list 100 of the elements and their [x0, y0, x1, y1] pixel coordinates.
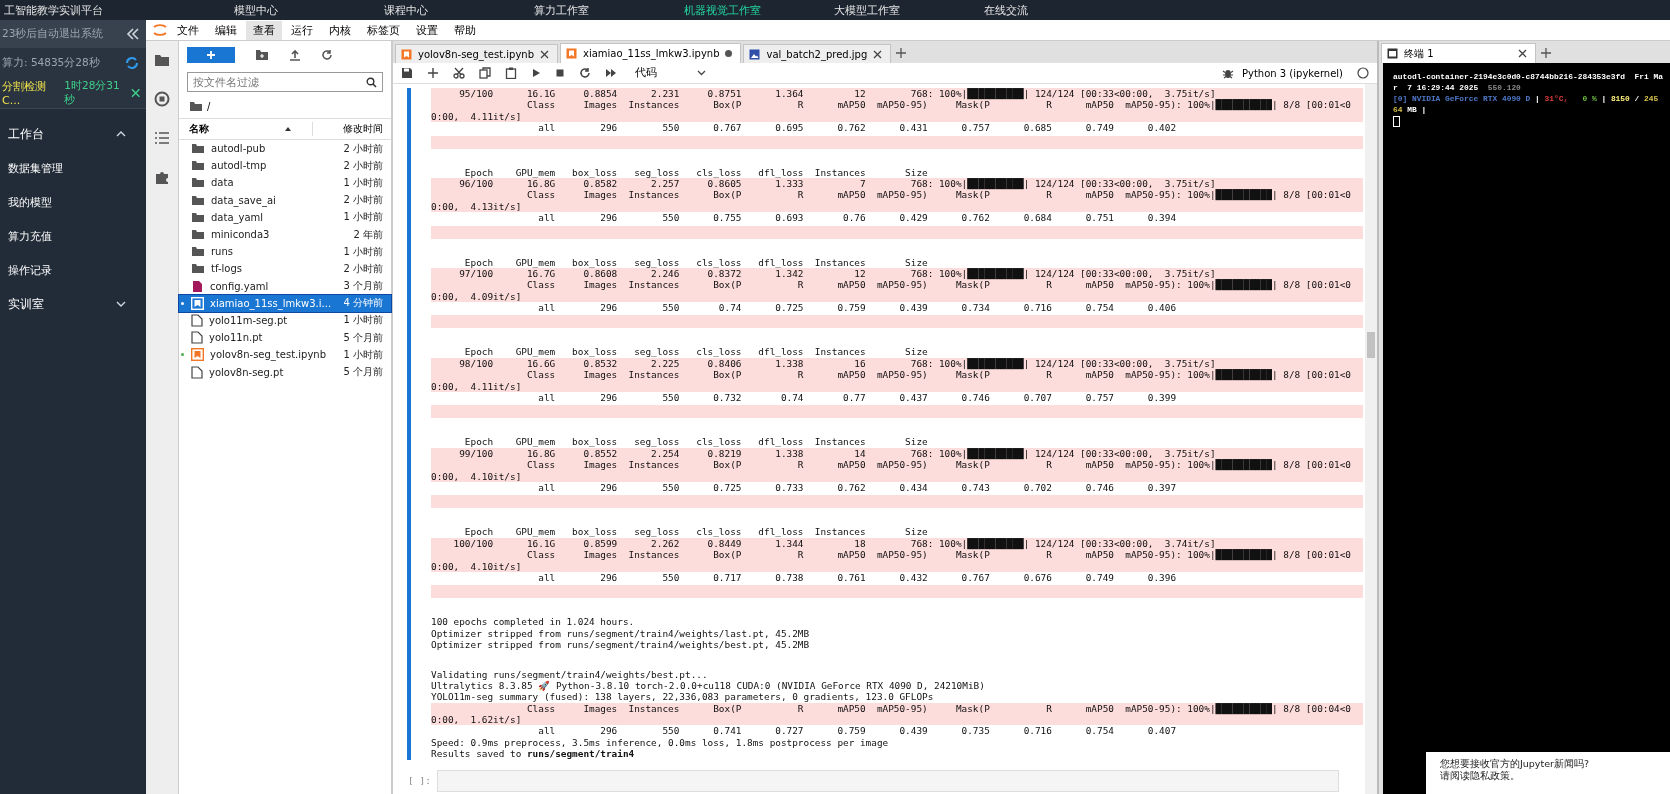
document-tab[interactable]: val_batch2_pred.jpg — [743, 44, 892, 63]
output-line: all 296 550 0.74 0.725 0.759 0.439 0.734 0.716 0.754 0.406 — [537, 302, 1178, 314]
sidebar-section[interactable]: 实训室 — [0, 287, 146, 321]
output-line: Epoch GPU_mem box_loss seg_loss cls_loss dfl_loss Instances Size — [463, 346, 929, 358]
sidebar-item[interactable]: 操作记录 — [0, 253, 146, 287]
stop-circle-icon[interactable] — [154, 91, 170, 107]
nav-link[interactable]: 模型中心 — [234, 2, 384, 18]
upload-icon[interactable] — [289, 49, 301, 61]
bug-icon[interactable] — [1221, 67, 1234, 79]
close-icon[interactable] — [873, 49, 883, 59]
folder-icon — [191, 229, 205, 241]
file-row[interactable]: yolo11n.pt 5 个月前 — [179, 329, 391, 347]
document-tab[interactable]: xiamiao_11ss_lmkw3.ipynb — [560, 43, 742, 63]
puzzle-icon[interactable] — [154, 169, 170, 185]
collapse-icon[interactable] — [126, 27, 140, 41]
file-row[interactable]: autodl-pub 2 小时前 — [179, 140, 391, 158]
output-line: Epoch GPU_mem box_loss seg_loss cls_loss dfl_loss Instances Size — [463, 166, 929, 178]
close-icon[interactable] — [130, 88, 140, 98]
jupyter-logo-icon[interactable] — [152, 22, 168, 38]
folder-icon — [191, 143, 205, 155]
file-row[interactable]: data 1 小时前 — [179, 174, 391, 192]
file-row[interactable]: runs 1 小时前 — [179, 243, 391, 261]
notification-text: 您想要接收官方的Jupyter新闻吗? — [1440, 758, 1590, 770]
list-icon[interactable] — [154, 131, 170, 145]
output-line: 100 epochs completed in 1.024 hours. — [431, 616, 636, 628]
refresh-icon[interactable] — [124, 55, 140, 71]
logout-notice: 23秒后自动退出系统 — [2, 27, 104, 41]
kernel-name[interactable]: Python 3 (ipykernel) — [1241, 67, 1343, 79]
chevron-down-icon[interactable] — [116, 300, 126, 308]
file-row[interactable]: yolov8n-seg_test.ipynb 1 小时前 — [179, 346, 391, 364]
kernel-status-icon — [1357, 67, 1369, 79]
code-cell-input[interactable] — [437, 769, 1339, 792]
restart-icon[interactable] — [579, 67, 591, 79]
menu-item[interactable]: 帮助 — [447, 20, 483, 40]
close-icon[interactable] — [1518, 49, 1527, 58]
cut-icon[interactable] — [453, 67, 465, 79]
close-icon[interactable] — [540, 49, 549, 59]
menu-item[interactable]: 内核 — [322, 20, 358, 40]
nav-link[interactable]: 机器视觉工作室 — [684, 2, 834, 18]
menu-item[interactable]: 查看 — [246, 20, 282, 40]
folder-icon — [191, 246, 205, 258]
stop-icon[interactable] — [555, 68, 565, 78]
file-row[interactable]: yolov8n-seg.pt 5 个月前 — [179, 363, 391, 381]
menu-item[interactable]: 设置 — [409, 20, 445, 40]
file-row[interactable]: config.yaml 3 个月前 — [179, 277, 391, 295]
notebook-icon — [191, 348, 204, 362]
notebook-icon — [566, 48, 577, 59]
document-tab[interactable]: yolov8n-seg_test.ipynb — [395, 44, 558, 63]
file-icon — [191, 331, 203, 345]
file-icon — [191, 313, 203, 327]
menu-item[interactable]: 运行 — [284, 20, 320, 40]
fast-forward-icon[interactable] — [605, 68, 617, 78]
file-row[interactable]: data_yaml 1 小时前 — [179, 208, 391, 226]
nav-link[interactable]: 在线交流 — [984, 2, 1134, 18]
column-header[interactable]: 名称 — [189, 122, 284, 136]
sidebar-item[interactable]: 我的模型 — [0, 185, 146, 219]
new-folder-icon[interactable] — [255, 49, 269, 61]
breadcrumb-path[interactable]: / — [207, 101, 211, 112]
folder-icon — [191, 160, 205, 172]
output-line: YOLO11m-seg summary (fused): 138 layers, 22,336,083 parameters, 0 gradients, 123.0 GFLOPs — [431, 691, 935, 703]
menu-item[interactable]: 编辑 — [208, 20, 244, 40]
run-icon[interactable] — [531, 68, 541, 78]
instance-name[interactable]: 分割检测C... — [2, 79, 61, 107]
file-row[interactable]: data_save_ai 2 小时前 — [179, 191, 391, 209]
output-line: Optimizer stripped from runs/segment/train4/weights/last.pt, 45.2MB — [431, 627, 811, 640]
unsaved-dot[interactable] — [725, 50, 733, 57]
paste-icon[interactable] — [505, 67, 517, 79]
file-row[interactable]: miniconda3 2 年前 — [179, 225, 391, 244]
add-cell-icon[interactable] — [427, 67, 439, 79]
file-row[interactable]: autodl-tmp 2 小时前 — [179, 157, 391, 175]
folder-icon[interactable] — [189, 101, 203, 112]
menu-item[interactable]: 标签页 — [360, 20, 407, 40]
sidebar-item[interactable]: 数据集管理 — [0, 151, 146, 185]
sort-up-icon[interactable] — [284, 126, 292, 132]
new-launcher-button[interactable] — [187, 47, 235, 63]
folder-icon[interactable] — [154, 53, 170, 67]
output-line: Epoch GPU_mem box_loss seg_loss cls_loss dfl_loss Instances Size — [463, 526, 929, 538]
menu-item[interactable]: 文件 — [170, 20, 206, 40]
search-icon — [366, 77, 377, 88]
yaml-file-icon — [191, 279, 204, 293]
refresh-icon[interactable] — [321, 49, 333, 61]
nav-link[interactable]: 大模型工作室 — [834, 2, 984, 18]
terminal-tab[interactable]: 终端 1 — [1381, 43, 1536, 63]
folder-icon — [191, 194, 205, 206]
file-row[interactable]: tf-logs 2 小时前 — [179, 260, 391, 278]
copy-icon[interactable] — [479, 67, 491, 79]
nav-link[interactable]: 课程中心 — [384, 2, 534, 18]
file-row[interactable]: xiamiao_11ss_lmkw3.i... 4 分钟前 — [179, 294, 391, 312]
terminal-icon — [1387, 48, 1398, 59]
filter-field[interactable]: 按文件名过滤 — [187, 72, 383, 92]
sidebar-section[interactable]: 工作台 — [0, 117, 146, 151]
column-header[interactable]: 修改时间 — [312, 122, 383, 136]
add-tab-icon[interactable] — [1538, 45, 1554, 61]
file-row[interactable]: yolo11m-seg.pt 1 小时前 — [179, 311, 391, 330]
scrollbar[interactable] — [1365, 84, 1377, 794]
sidebar-item[interactable]: 算力充值 — [0, 219, 146, 253]
cell-type-dropdown[interactable]: 代码 — [631, 66, 710, 80]
nav-link[interactable]: 算力工作室 — [534, 2, 684, 18]
chevron-up-icon[interactable] — [116, 130, 126, 138]
save-icon[interactable] — [401, 67, 413, 79]
